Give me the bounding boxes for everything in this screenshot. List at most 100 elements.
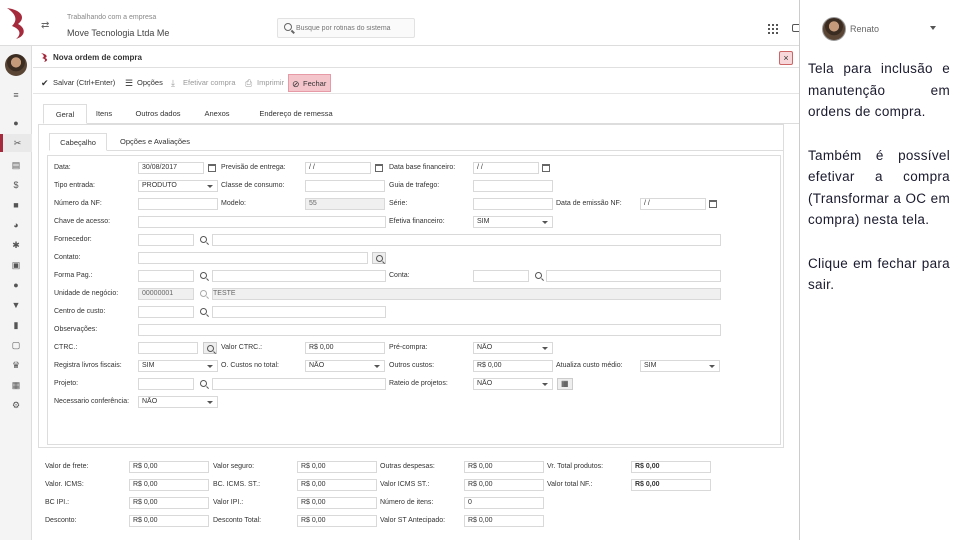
calendar-icon[interactable] <box>709 200 717 208</box>
bc-icms-st-value[interactable]: R$ 0,00 <box>297 479 377 491</box>
emissao-nf-field[interactable]: / / <box>640 198 706 210</box>
save-button[interactable]: ✔ Salvar (Ctrl+Enter) <box>41 74 115 92</box>
options-button[interactable]: ☰ Opções <box>125 74 163 92</box>
despesas-value[interactable]: R$ 0,00 <box>464 461 544 473</box>
calendar-icon[interactable] <box>542 164 550 172</box>
tab-itens[interactable]: Itens <box>87 104 121 124</box>
print-button[interactable]: ⎙ Imprimir <box>245 74 284 92</box>
check-icon: ✔ <box>41 78 49 88</box>
avatar[interactable] <box>5 54 27 76</box>
tab-anexos[interactable]: Anexos <box>195 104 239 124</box>
st-antecipado-value[interactable]: R$ 0,00 <box>464 515 544 527</box>
tab-geral[interactable]: Geral <box>43 104 87 124</box>
pre-compra-label: Pré-compra: <box>389 344 428 351</box>
database-field[interactable]: / / <box>473 162 539 174</box>
contato-search-button[interactable] <box>372 252 386 264</box>
gear-icon[interactable]: ⚙ <box>10 400 22 410</box>
id-card-icon[interactable]: ▣ <box>10 260 22 270</box>
subtab-cabecalho[interactable]: Cabeçalho <box>49 133 107 151</box>
sidebar: ≡ ● ✂ ▤ $ ■ ◕ ✱ ▣ ● ▼ ▮ ▢ ♛ ▦ ⚙ <box>0 46 32 540</box>
valor-ctrc-field[interactable]: R$ 0,00 <box>305 342 385 354</box>
ctrc-field[interactable] <box>138 342 198 354</box>
projeto-code-field[interactable] <box>138 378 194 390</box>
tab-endereco-remessa[interactable]: Endereço de remessa <box>241 104 351 124</box>
ctrc-search-button[interactable] <box>203 342 217 354</box>
chart-pie-icon[interactable]: ◕ <box>10 220 22 230</box>
close-modal-button[interactable]: × <box>779 51 793 65</box>
seguro-value[interactable]: R$ 0,00 <box>297 461 377 473</box>
apps-grid-icon[interactable] <box>768 24 778 34</box>
projeto-name-field[interactable] <box>212 378 386 390</box>
desconto-total-value[interactable]: R$ 0,00 <box>297 515 377 527</box>
modelo-field[interactable]: 55 <box>305 198 385 210</box>
search-box[interactable] <box>277 18 415 38</box>
company-name[interactable]: Move Tecnologia Ltda Me <box>67 28 169 38</box>
search-icon[interactable] <box>200 380 207 387</box>
calendar-icon[interactable] <box>208 164 216 172</box>
unidade-code-field[interactable]: 00000001 <box>138 288 194 300</box>
centro-custo-code-field[interactable] <box>138 306 194 318</box>
search-icon[interactable] <box>200 272 207 279</box>
icms-st-value[interactable]: R$ 0,00 <box>464 479 544 491</box>
previsao-field[interactable]: / / <box>305 162 371 174</box>
users-icon[interactable]: ● <box>10 118 22 128</box>
menu-icon[interactable]: ≡ <box>10 90 22 100</box>
serie-field[interactable] <box>473 198 553 210</box>
rateio-projetos-select[interactable]: NÃO <box>473 378 553 390</box>
bar-chart-icon[interactable]: ▮ <box>10 320 22 330</box>
registra-livros-select[interactable]: SIM <box>138 360 218 372</box>
calendar-icon[interactable] <box>375 164 383 172</box>
contato-field[interactable] <box>138 252 368 264</box>
coins-icon[interactable]: ● <box>10 280 22 290</box>
centro-custo-name-field[interactable] <box>212 306 386 318</box>
modules-icon[interactable]: ▦ <box>10 380 22 390</box>
efetiva-financeiro-select[interactable]: SIM <box>473 216 553 228</box>
desconto-value[interactable]: R$ 0,00 <box>129 515 209 527</box>
efetivar-compra-button[interactable]: ⤓ Efetivar compra <box>171 74 236 92</box>
conta-name-field[interactable] <box>546 270 721 282</box>
conferencia-select[interactable]: NÃO <box>138 396 218 408</box>
classe-consumo-field[interactable] <box>305 180 385 192</box>
fornecedor-code-field[interactable] <box>138 234 194 246</box>
brand-logo[interactable] <box>4 6 30 40</box>
numero-nf-field[interactable] <box>138 198 218 210</box>
rateio-edit-button[interactable]: ▦ <box>557 378 573 390</box>
outros-custos-field[interactable]: R$ 0,00 <box>473 360 553 372</box>
chevron-down-icon[interactable] <box>930 26 936 30</box>
copy-icon[interactable]: ▢ <box>10 340 22 350</box>
truck-icon[interactable]: ■ <box>10 200 22 210</box>
chave-acesso-field[interactable] <box>138 216 386 228</box>
tab-outros-dados[interactable]: Outros dados <box>123 104 193 124</box>
conta-code-field[interactable] <box>473 270 529 282</box>
frete-value[interactable]: R$ 0,00 <box>129 461 209 473</box>
o-custos-total-select[interactable]: NÃO <box>305 360 385 372</box>
search-icon[interactable] <box>200 236 207 243</box>
fornecedor-name-field[interactable] <box>212 234 721 246</box>
search-icon[interactable] <box>535 272 542 279</box>
tools-icon[interactable]: ✱ <box>10 240 22 250</box>
search-icon[interactable] <box>200 308 207 315</box>
fechar-button[interactable]: ⊘ Fechar <box>288 74 332 92</box>
dollar-icon[interactable]: $ <box>10 180 22 190</box>
search-input[interactable] <box>296 22 411 34</box>
crown-icon[interactable]: ♛ <box>10 360 22 370</box>
icms-value[interactable]: R$ 0,00 <box>129 479 209 491</box>
purchases-icon[interactable]: ✂ <box>0 134 32 152</box>
observacoes-field[interactable] <box>138 324 721 336</box>
chat-icon[interactable] <box>792 24 799 32</box>
guia-trafego-field[interactable] <box>473 180 553 192</box>
pre-compra-select[interactable]: NÃO <box>473 342 553 354</box>
forma-pag-name-field[interactable] <box>212 270 386 282</box>
calculator-icon[interactable]: ▤ <box>10 160 22 170</box>
forma-pag-code-field[interactable] <box>138 270 194 282</box>
ipi-value[interactable]: R$ 0,00 <box>297 497 377 509</box>
user-avatar[interactable] <box>822 17 846 41</box>
subtab-opcoes-avaliacoes[interactable]: Opções e Avaliações <box>109 133 201 151</box>
filter-icon[interactable]: ▼ <box>10 300 22 310</box>
data-field[interactable]: 30/08/2017 <box>138 162 204 174</box>
bc-ipi-value[interactable]: R$ 0,00 <box>129 497 209 509</box>
user-name[interactable]: Renato <box>850 24 879 34</box>
tipo-entrada-select[interactable]: PRODUTO <box>138 180 218 192</box>
unidade-name-field[interactable]: TESTE <box>212 288 721 300</box>
atualiza-custo-select[interactable]: SIM <box>640 360 720 372</box>
